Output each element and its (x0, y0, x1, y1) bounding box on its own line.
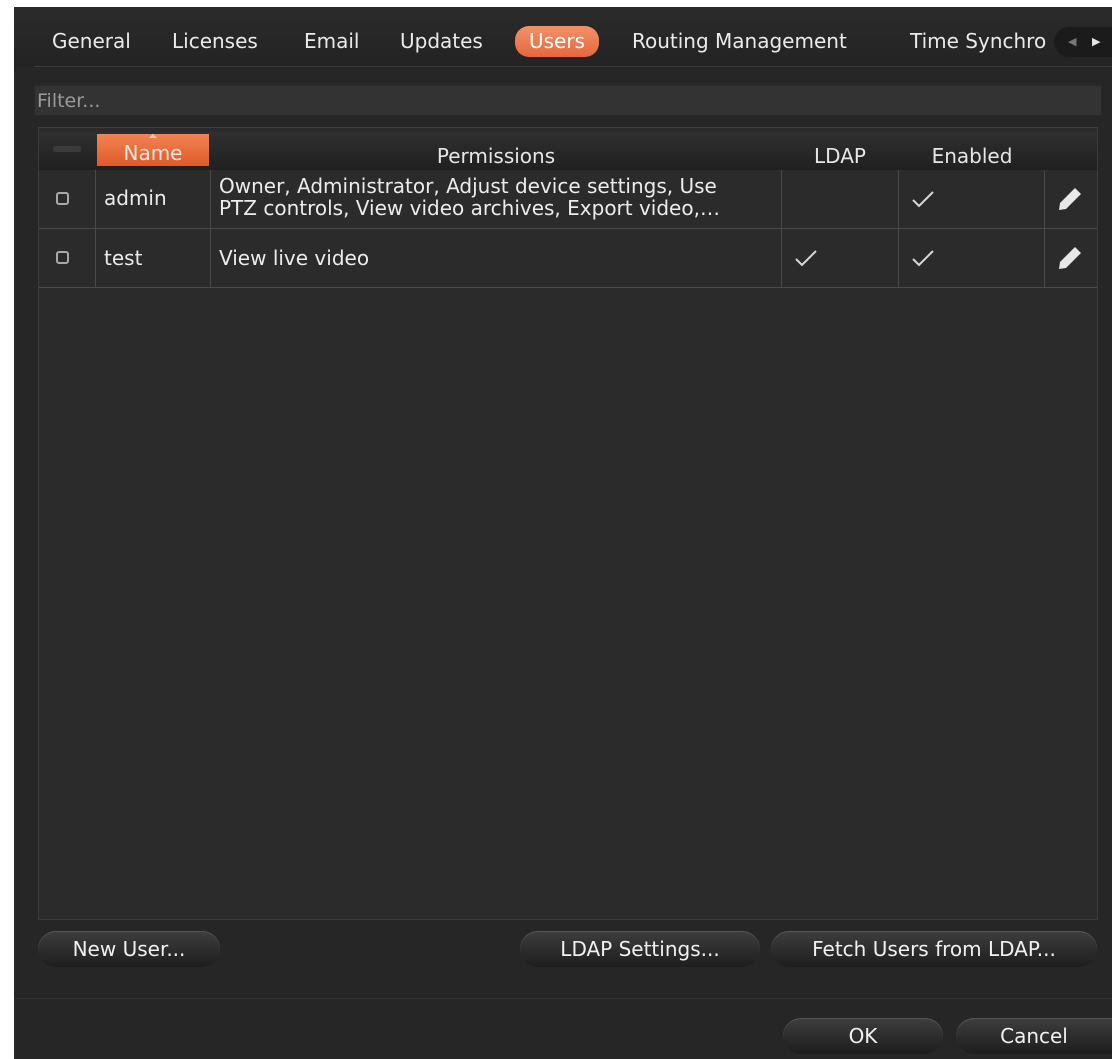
tab-users[interactable]: Users (515, 26, 600, 57)
row-checkbox[interactable] (56, 192, 69, 205)
fetch-users-from-ldap-button[interactable]: Fetch Users from LDAP... (771, 931, 1097, 967)
column-header-ldap[interactable]: LDAP (783, 132, 897, 170)
edit-cell (1045, 170, 1097, 228)
permissions-line-2: PTZ controls, View video archives, Expor… (219, 196, 720, 220)
enabled-cell (899, 170, 1045, 228)
tab-routing-management[interactable]: Routing Management (632, 25, 847, 58)
column-header-name-label: Name (123, 141, 183, 165)
user-name: test (104, 246, 143, 270)
filter-input[interactable]: Filter... (34, 85, 1102, 116)
permissions-text: Owner, Administrator, Adjust device sett… (219, 175, 720, 219)
check-icon (912, 191, 934, 208)
row-checkbox[interactable] (56, 251, 69, 264)
column-header-enabled[interactable]: Enabled (899, 132, 1045, 170)
footer-divider (14, 998, 1112, 999)
select-all-checkbox[interactable] (53, 146, 81, 152)
enabled-cell (899, 229, 1045, 287)
settings-dialog: General Licenses Email Updates Users Rou… (14, 7, 1112, 1059)
permissions-cell: View live video (211, 229, 782, 287)
cancel-button[interactable]: Cancel (956, 1018, 1112, 1054)
sort-caret-icon (149, 134, 157, 138)
column-header-permissions[interactable]: Permissions (211, 132, 781, 170)
check-icon (912, 250, 934, 267)
tab-licenses[interactable]: Licenses (172, 25, 258, 58)
ldap-cell (782, 229, 899, 287)
table-header: Name Permissions LDAP Enabled (39, 132, 1097, 170)
ok-button[interactable]: OK (783, 1018, 943, 1054)
edit-cell (1045, 229, 1097, 287)
tab-scroll-buttons: ◀ ▶ (1054, 27, 1112, 57)
user-name: admin (104, 186, 167, 210)
edit-pencil-icon[interactable] (1057, 186, 1083, 212)
new-user-button[interactable]: New User... (38, 931, 220, 967)
column-header-name[interactable]: Name (97, 134, 209, 166)
tab-general[interactable]: General (52, 25, 131, 58)
permissions-cell: Owner, Administrator, Adjust device sett… (211, 170, 782, 228)
tab-bar-divider (34, 66, 1112, 67)
table-row[interactable]: admin Owner, Administrator, Adjust devic… (39, 170, 1097, 229)
edit-pencil-icon[interactable] (1057, 245, 1083, 271)
name-cell: admin (96, 170, 211, 228)
row-select-cell (39, 170, 96, 228)
permissions-line-1: Owner, Administrator, Adjust device sett… (219, 174, 717, 198)
scroll-right-icon[interactable]: ▶ (1092, 27, 1100, 57)
table-row[interactable]: test View live video (39, 229, 1097, 288)
permissions-text: View live video (219, 246, 370, 270)
name-cell: test (96, 229, 211, 287)
row-select-cell (39, 229, 96, 287)
tab-email[interactable]: Email (304, 25, 360, 58)
tab-updates[interactable]: Updates (400, 25, 483, 58)
ldap-settings-button[interactable]: LDAP Settings... (520, 931, 760, 967)
tab-time-synchronization[interactable]: Time Synchro (910, 25, 1050, 58)
select-all-header[interactable] (39, 132, 95, 170)
ldap-cell (782, 170, 899, 228)
scroll-left-icon[interactable]: ◀ (1068, 27, 1076, 57)
check-icon (795, 250, 817, 267)
users-table: Name Permissions LDAP Enabled admin Owne… (38, 127, 1098, 920)
tab-bar: General Licenses Email Updates Users Rou… (14, 7, 1112, 67)
